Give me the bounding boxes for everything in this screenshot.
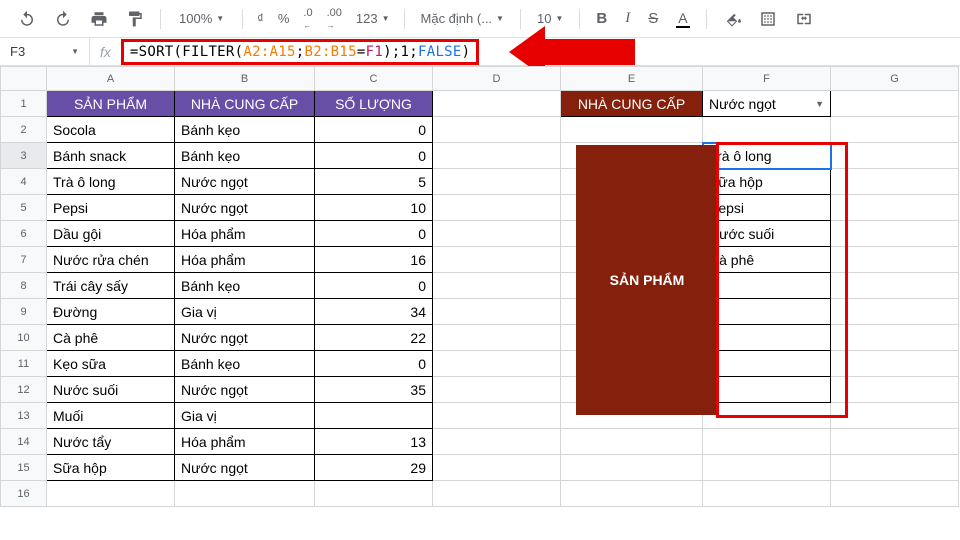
table-cell[interactable]: 0	[315, 117, 433, 143]
redo-button[interactable]	[48, 6, 78, 32]
formula-input[interactable]: =SORT(FILTER(A2:A15;B2:B15=F1);1;FALSE)	[121, 39, 479, 65]
table-cell[interactable]: Bánh kẹo	[175, 143, 315, 169]
result-cell[interactable]: Trà ô long	[703, 143, 831, 169]
table-cell[interactable]: 0	[315, 143, 433, 169]
undo-button[interactable]	[12, 6, 42, 32]
table-cell[interactable]: 10	[315, 195, 433, 221]
fx-icon: fx	[90, 44, 121, 60]
table-cell[interactable]: Cà phê	[47, 325, 175, 351]
table-cell[interactable]: Bánh kẹo	[175, 273, 315, 299]
result-cell[interactable]: Nước suối	[703, 221, 831, 247]
table-cell[interactable]: Nước ngọt	[175, 377, 315, 403]
table-cell[interactable]: Gia vị	[175, 299, 315, 325]
toolbar: 100%▼ ₫ % .0← .00→ 123▼ Mặc định (...▼ 1…	[0, 0, 960, 38]
table-cell[interactable]: 16	[315, 247, 433, 273]
table-cell[interactable]: Đường	[47, 299, 175, 325]
text-color-button[interactable]: A	[670, 6, 695, 32]
table-cell[interactable]: 0	[315, 351, 433, 377]
table-cell[interactable]: Gia vị	[175, 403, 315, 429]
header-a[interactable]: SẢN PHẨM	[47, 91, 175, 117]
fill-color-button[interactable]	[717, 6, 747, 32]
table-cell[interactable]: Hóa phẩm	[175, 247, 315, 273]
table-cell[interactable]: Nước ngọt	[175, 195, 315, 221]
table-cell[interactable]: 5	[315, 169, 433, 195]
increase-decimal-button[interactable]: .00→	[323, 3, 346, 35]
spreadsheet-grid[interactable]: ABCDEFG 1 SẢN PHẨM NHÀ CUNG CẤP SỐ LƯỢNG…	[0, 66, 960, 507]
formula-bar: F3▼ fx =SORT(FILTER(A2:A15;B2:B15=F1);1;…	[0, 38, 960, 66]
column-headers[interactable]: ABCDEFG	[1, 67, 959, 91]
result-cell[interactable]	[703, 273, 831, 299]
table-cell[interactable]	[315, 403, 433, 429]
result-cell[interactable]	[703, 325, 831, 351]
result-cell[interactable]: Pepsi	[703, 195, 831, 221]
table-cell[interactable]: Dầu gội	[47, 221, 175, 247]
table-cell[interactable]: Hóa phẩm	[175, 429, 315, 455]
table-cell[interactable]	[175, 481, 315, 507]
strikethrough-button[interactable]: S	[642, 6, 664, 31]
result-cell[interactable]: Sữa hộp	[703, 169, 831, 195]
result-cell[interactable]	[703, 351, 831, 377]
paint-format-button[interactable]	[120, 6, 150, 32]
result-cell[interactable]	[703, 299, 831, 325]
result-cell[interactable]: Cà phê	[703, 247, 831, 273]
table-cell[interactable]: 29	[315, 455, 433, 481]
more-formats-dropdown[interactable]: 123▼	[352, 7, 394, 30]
table-cell[interactable]	[315, 481, 433, 507]
merge-button[interactable]	[789, 6, 819, 32]
table-cell[interactable]: 35	[315, 377, 433, 403]
table-cell[interactable]	[47, 481, 175, 507]
table-cell[interactable]: 0	[315, 273, 433, 299]
table-cell[interactable]: Socola	[47, 117, 175, 143]
table-cell[interactable]: Muối	[47, 403, 175, 429]
table-cell[interactable]: Nước tẩy	[47, 429, 175, 455]
table-cell[interactable]: 34	[315, 299, 433, 325]
table-cell[interactable]: Nước suối	[47, 377, 175, 403]
table-cell[interactable]: Sữa hộp	[47, 455, 175, 481]
table-cell[interactable]: Trà ô long	[47, 169, 175, 195]
table-cell[interactable]: Bánh kẹo	[175, 351, 315, 377]
decrease-decimal-button[interactable]: .0←	[299, 3, 316, 35]
table-cell[interactable]: Kẹo sữa	[47, 351, 175, 377]
table-cell[interactable]: Hóa phẩm	[175, 221, 315, 247]
font-dropdown[interactable]: Mặc định (...▼	[415, 7, 510, 30]
table-cell[interactable]: Nước ngọt	[175, 325, 315, 351]
borders-button[interactable]	[753, 6, 783, 32]
print-button[interactable]	[84, 6, 114, 32]
table-cell[interactable]: Bánh kẹo	[175, 117, 315, 143]
cell-f1-dropdown[interactable]: Nước ngọt▼	[703, 91, 831, 117]
header-e[interactable]: NHÀ CUNG CẤP	[561, 91, 703, 117]
table-cell[interactable]: Trái cây sấy	[47, 273, 175, 299]
result-cell[interactable]	[703, 377, 831, 403]
header-c[interactable]: SỐ LƯỢNG	[315, 91, 433, 117]
table-cell[interactable]: 0	[315, 221, 433, 247]
results-label-block: SẢN PHẨM	[576, 145, 718, 415]
table-cell[interactable]: Pepsi	[47, 195, 175, 221]
currency-button[interactable]: ₫	[253, 7, 268, 30]
table-cell[interactable]: Nước ngọt	[175, 455, 315, 481]
percent-button[interactable]: %	[274, 7, 294, 30]
zoom-dropdown[interactable]: 100%▼	[171, 7, 232, 30]
table-cell[interactable]: 22	[315, 325, 433, 351]
table-cell[interactable]: Nước ngọt	[175, 169, 315, 195]
table-cell[interactable]: Nước rửa chén	[47, 247, 175, 273]
table-cell[interactable]: 13	[315, 429, 433, 455]
name-box[interactable]: F3▼	[0, 38, 90, 65]
header-b[interactable]: NHÀ CUNG CẤP	[175, 91, 315, 117]
table-cell[interactable]: Bánh snack	[47, 143, 175, 169]
